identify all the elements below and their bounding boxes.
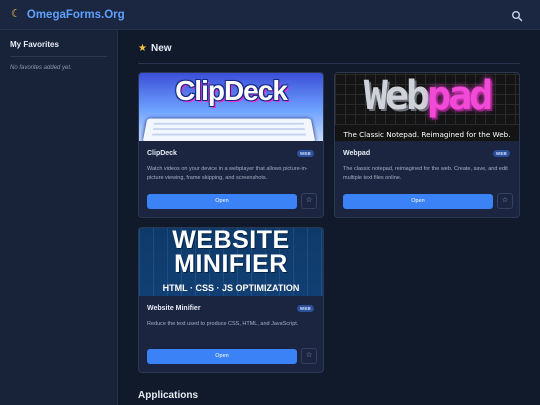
app-card-website-minifier: WEBSITE MINIFIER HTML · CSS · JS OPTIMIZ… [138, 227, 324, 373]
moon-icon: ☾ [11, 8, 21, 20]
star-icon: ★ [138, 42, 147, 54]
favorites-sidebar: My Favorites No favorites added yet. [0, 30, 118, 405]
star-outline-icon[interactable]: ☆ [497, 193, 513, 209]
open-button[interactable]: Open [147, 194, 297, 209]
clipdeck-banner-image[interactable]: ClipDeck [139, 73, 323, 141]
search-icon[interactable] [511, 9, 523, 22]
main-content: ★ New ClipDeck ClipDeck WEB Watch videos… [118, 30, 540, 405]
applications-section-title: Applications [138, 390, 199, 401]
app-card-webpad: Webpad The Classic Notepad. Reimagined f… [334, 72, 520, 218]
favorites-heading: My Favorites [10, 40, 107, 57]
web-badge: WEB [296, 150, 314, 157]
app-card-clipdeck: ClipDeck ClipDeck WEB Watch videos on yo… [138, 72, 324, 218]
web-badge: WEB [492, 150, 510, 157]
site-title[interactable]: OmegaForms.Org [27, 9, 125, 21]
card-title: ClipDeck [147, 150, 177, 157]
new-section-title: New [150, 43, 172, 54]
site-logo[interactable]: ☾ OmegaForms.Org [11, 9, 125, 21]
card-title: Webpad [343, 150, 371, 157]
card-title: Website Minifier [147, 305, 201, 312]
star-outline-icon[interactable]: ☆ [301, 193, 317, 209]
minifier-banner-title: WEBSITE MINIFIER [172, 228, 290, 278]
card-description: Watch videos on your device in a webplay… [147, 166, 308, 182]
favorites-empty-message: No favorites added yet. [10, 65, 72, 71]
web-badge: WEB [296, 305, 314, 312]
card-description: The classic notepad, reimagined for the … [343, 166, 508, 182]
open-button[interactable]: Open [147, 349, 297, 364]
webpad-banner-subtitle: The Classic Notepad. Reimagined for the … [343, 130, 511, 139]
webpad-banner-title: Webpad [363, 73, 494, 119]
minifier-banner-image[interactable]: WEBSITE MINIFIER HTML · CSS · JS OPTIMIZ… [139, 228, 323, 296]
new-section-header: ★ New [138, 43, 520, 64]
top-navbar: ☾ OmegaForms.Org [0, 0, 540, 30]
clipdeck-banner-title: ClipDeck [175, 75, 288, 106]
card-description: Reduce the text used to produce CSS, HTM… [147, 321, 299, 327]
minifier-banner-subtitle: HTML · CSS · JS OPTIMIZATION [162, 283, 300, 293]
open-button[interactable]: Open [343, 194, 493, 209]
applications-section-header: Applications [138, 385, 520, 403]
webpad-banner-image[interactable]: Webpad The Classic Notepad. Reimagined f… [335, 73, 519, 141]
star-outline-icon[interactable]: ☆ [301, 348, 317, 364]
